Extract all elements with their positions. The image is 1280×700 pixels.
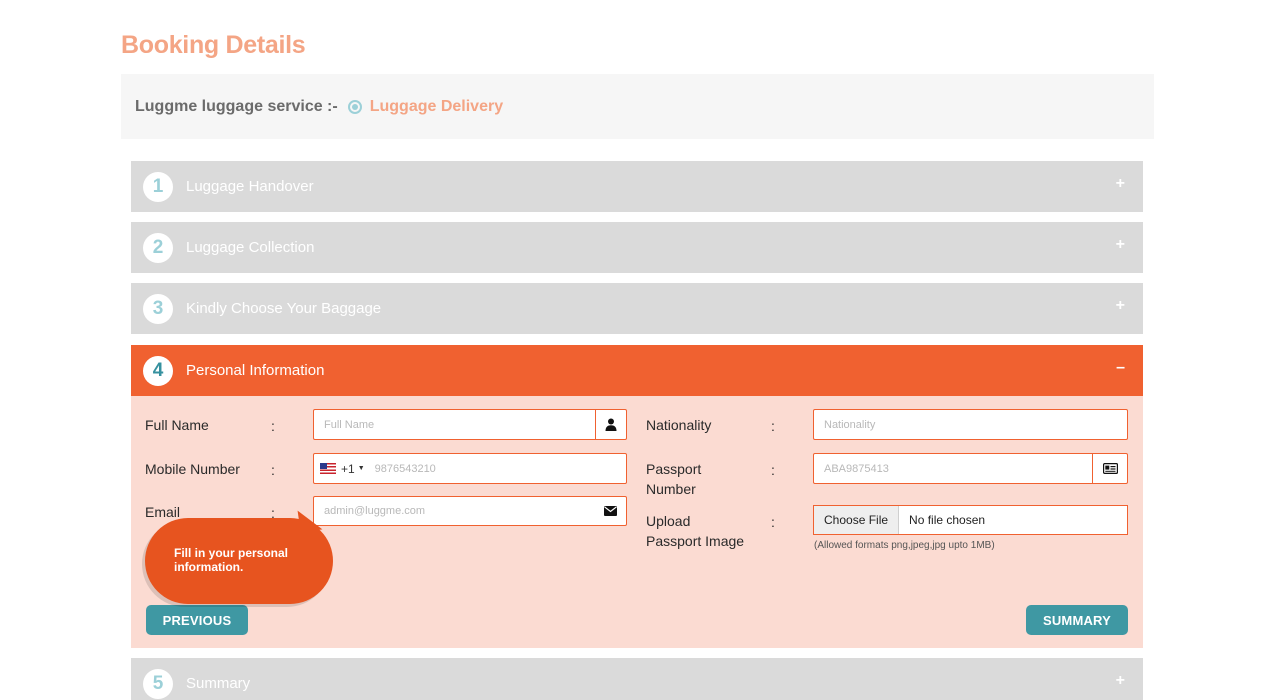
step-number: 5 (143, 668, 173, 699)
colon: : (771, 462, 775, 478)
step-label: Summary (186, 675, 251, 692)
dial-code: +1 (341, 461, 355, 476)
nationality-label: Nationality (646, 417, 712, 433)
summary-button[interactable]: SUMMARY (1026, 605, 1128, 635)
step-number: 4 (143, 355, 173, 386)
collapse-icon[interactable]: – (1116, 359, 1125, 377)
page-title: Booking Details (121, 31, 306, 59)
expand-icon[interactable]: + (1116, 236, 1125, 254)
tooltip-text: Fill in your personal information. (174, 546, 289, 574)
country-code-selector[interactable]: +1 ▼ (314, 454, 365, 483)
us-flag-icon (320, 463, 336, 474)
upload-passport-label: Upload Passport Image (646, 511, 744, 551)
colon: : (771, 514, 775, 530)
email-field[interactable] (313, 496, 627, 526)
passport-number-label: Passport Number (646, 459, 701, 499)
expand-icon[interactable]: + (1116, 672, 1125, 690)
passport-image-upload[interactable]: Choose File No file chosen (813, 505, 1128, 535)
choose-file-button[interactable]: Choose File (814, 506, 900, 534)
mobile-number-input[interactable] (364, 454, 626, 483)
upload-passport-label-line2: Passport Image (646, 533, 745, 549)
expand-icon[interactable]: + (1116, 175, 1125, 193)
passport-number-label-line2: Number (646, 481, 696, 497)
step-label: Kindly Choose Your Baggage (186, 300, 382, 317)
upload-format-hint: (Allowed formats png,jpeg,jpg upto 1MB) (814, 540, 995, 551)
service-bar: Luggme luggage service :- Luggage Delive… (121, 74, 1154, 139)
colon: : (271, 462, 275, 478)
step-luggage-collection[interactable]: 2 Luggage Collection + (131, 222, 1143, 273)
passport-number-label-line1: Passport (646, 461, 702, 477)
step-summary[interactable]: 5 Summary + (131, 658, 1143, 700)
step-luggage-handover[interactable]: 1 Luggage Handover + (131, 161, 1143, 212)
step-label: Luggage Handover (186, 178, 314, 195)
step-label: Luggage Collection (186, 239, 315, 256)
envelope-icon (595, 506, 626, 516)
step-choose-baggage[interactable]: 3 Kindly Choose Your Baggage + (131, 283, 1143, 334)
step-number: 1 (143, 171, 173, 202)
colon: : (271, 418, 275, 434)
booking-page: Booking Details Luggme luggage service :… (0, 0, 1280, 700)
passport-number-field[interactable] (813, 453, 1128, 484)
luggage-delivery-label[interactable]: Luggage Delivery (370, 98, 503, 116)
email-input[interactable] (314, 497, 595, 525)
nationality-input[interactable] (814, 410, 1127, 439)
caret-down-icon: ▼ (357, 465, 365, 472)
nationality-field[interactable] (813, 409, 1128, 440)
step-number: 3 (143, 293, 173, 324)
service-label: Luggme luggage service :- (135, 97, 338, 115)
previous-button[interactable]: PREVIOUS (146, 605, 248, 635)
id-card-icon (1092, 454, 1127, 483)
full-name-input[interactable] (314, 410, 595, 439)
radio-dot-icon (351, 103, 358, 110)
mobile-number-label: Mobile Number (145, 461, 240, 477)
full-name-field[interactable] (313, 409, 627, 440)
passport-number-input[interactable] (814, 454, 1092, 483)
full-name-label: Full Name (145, 417, 209, 433)
user-icon (595, 410, 626, 439)
step-label: Personal Information (186, 362, 325, 379)
step-number: 2 (143, 232, 173, 263)
file-status: No file chosen (909, 513, 986, 527)
luggage-delivery-radio[interactable] (347, 99, 362, 114)
upload-passport-label-line1: Upload (646, 513, 691, 529)
mobile-number-field[interactable]: +1 ▼ (313, 453, 627, 484)
expand-icon[interactable]: + (1116, 297, 1125, 315)
step-personal-information[interactable]: 4 Personal Information – (131, 345, 1143, 396)
colon: : (771, 418, 775, 434)
